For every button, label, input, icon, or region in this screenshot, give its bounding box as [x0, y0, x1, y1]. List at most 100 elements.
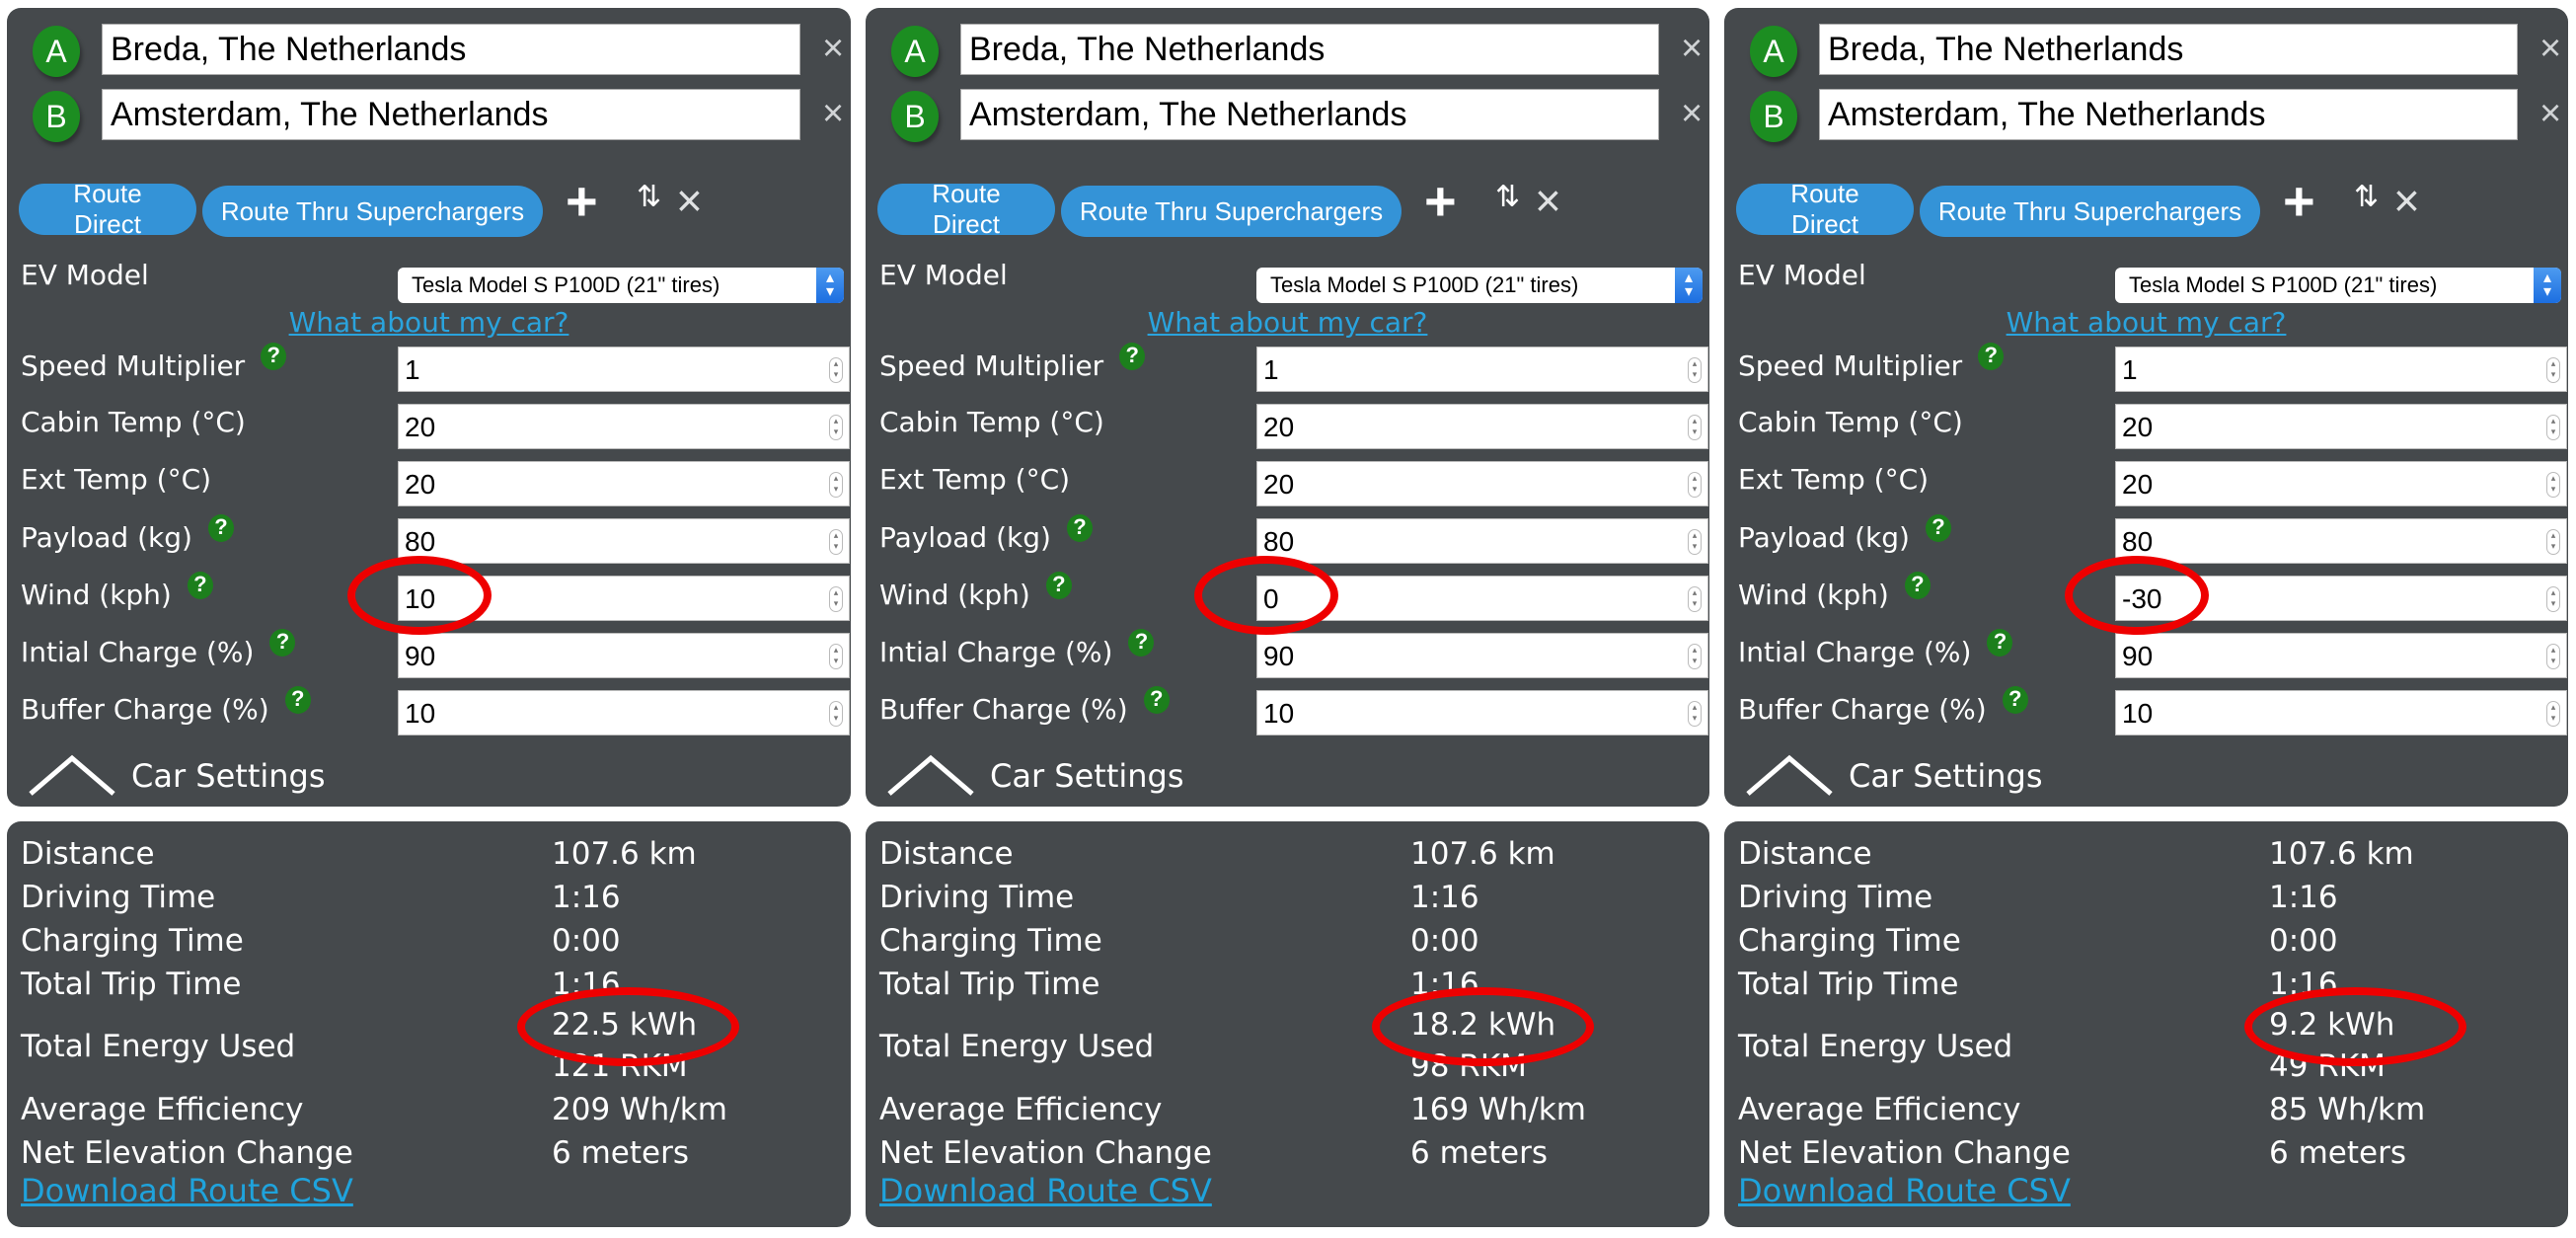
speed-multiplier-input[interactable]: 1 ▴ ▾: [1256, 347, 1708, 392]
add-waypoint-icon[interactable]: +: [2283, 174, 2315, 229]
destination-input[interactable]: [960, 89, 1659, 140]
spinner-icon[interactable]: ▴ ▾: [829, 701, 843, 727]
route-thru-superchargers-button[interactable]: Route Thru Superchargers: [1061, 186, 1402, 237]
help-icon[interactable]: ?: [261, 343, 287, 370]
add-waypoint-icon[interactable]: +: [566, 174, 598, 229]
speed-multiplier-value: 1: [2122, 354, 2138, 385]
spinner-icon[interactable]: ▴ ▾: [829, 415, 843, 440]
spinner-icon[interactable]: ▴ ▾: [1688, 472, 1702, 498]
speed-multiplier-input[interactable]: 1 ▴ ▾: [398, 347, 850, 392]
wind-input[interactable]: -30 ▴ ▾: [2115, 576, 2567, 621]
clear-route-icon[interactable]: ×: [1535, 178, 1561, 223]
download-route-csv-link[interactable]: Download Route CSV: [879, 1171, 1212, 1210]
what-about-my-car-link[interactable]: What about my car?: [866, 306, 1709, 339]
ev-model-select[interactable]: Tesla Model S P100D (21" tires) ▴ ▾: [2115, 268, 2561, 303]
payload-input[interactable]: 80 ▴ ▾: [398, 518, 850, 564]
car-settings-toggle[interactable]: Car Settings: [879, 750, 1195, 800]
car-settings-toggle[interactable]: Car Settings: [1738, 750, 2054, 800]
route-thru-superchargers-button[interactable]: Route Thru Superchargers: [202, 186, 543, 237]
remove-destination-icon[interactable]: ×: [822, 95, 844, 132]
initial-charge-input[interactable]: 90 ▴ ▾: [398, 633, 850, 678]
initial-charge-input[interactable]: 90 ▴ ▾: [1256, 633, 1708, 678]
route-direct-button[interactable]: Route Direct: [877, 179, 1055, 239]
add-waypoint-icon[interactable]: +: [1424, 174, 1457, 229]
help-icon[interactable]: ?: [1045, 572, 1072, 599]
speed-multiplier-input[interactable]: 1 ▴ ▾: [2115, 347, 2567, 392]
wind-input[interactable]: 10 ▴ ▾: [398, 576, 850, 621]
spinner-icon[interactable]: ▴ ▾: [2546, 357, 2560, 383]
spinner-icon[interactable]: ▴ ▾: [1688, 357, 1702, 383]
swap-waypoints-icon[interactable]: ⇅: [637, 180, 661, 215]
ext-temp-input[interactable]: 20 ▴ ▾: [2115, 461, 2567, 506]
spinner-icon[interactable]: ▴ ▾: [2546, 701, 2560, 727]
ev-model-select[interactable]: Tesla Model S P100D (21" tires) ▴ ▾: [398, 268, 844, 303]
download-route-csv-link[interactable]: Download Route CSV: [1738, 1171, 2071, 1210]
spinner-icon[interactable]: ▴ ▾: [829, 644, 843, 669]
spinner-icon[interactable]: ▴ ▾: [2546, 529, 2560, 555]
remove-origin-icon[interactable]: ×: [2539, 30, 2561, 67]
help-icon[interactable]: ?: [1128, 629, 1155, 657]
ext-temp-input[interactable]: 20 ▴ ▾: [1256, 461, 1708, 506]
help-icon[interactable]: ?: [284, 686, 311, 714]
buffer-charge-input[interactable]: 10 ▴ ▾: [2115, 690, 2567, 735]
spinner-icon[interactable]: ▴ ▾: [2546, 472, 2560, 498]
destination-input[interactable]: [1819, 89, 2518, 140]
spinner-icon[interactable]: ▴ ▾: [2546, 644, 2560, 669]
remove-destination-icon[interactable]: ×: [2539, 95, 2561, 132]
help-icon[interactable]: ?: [1143, 686, 1170, 714]
help-icon[interactable]: ?: [1987, 629, 2013, 657]
buffer-charge-input[interactable]: 10 ▴ ▾: [1256, 690, 1708, 735]
what-about-my-car-link[interactable]: What about my car?: [1724, 306, 2568, 339]
spinner-icon[interactable]: ▴ ▾: [2546, 415, 2560, 440]
spinner-icon[interactable]: ▴ ▾: [1688, 529, 1702, 555]
total-energy-rkm-value: 98 RKM: [1410, 1048, 1527, 1084]
swap-waypoints-icon[interactable]: ⇅: [1495, 180, 1520, 215]
cabin-temp-value: 20: [1263, 412, 1295, 442]
buffer-charge-input[interactable]: 10 ▴ ▾: [398, 690, 850, 735]
cabin-temp-input[interactable]: 20 ▴ ▾: [2115, 404, 2567, 449]
destination-input[interactable]: [102, 89, 800, 140]
remove-destination-icon[interactable]: ×: [1681, 95, 1703, 132]
cabin-temp-input[interactable]: 20 ▴ ▾: [398, 404, 850, 449]
route-thru-superchargers-button[interactable]: Route Thru Superchargers: [1920, 186, 2260, 237]
help-icon[interactable]: ?: [207, 514, 234, 542]
swap-waypoints-icon[interactable]: ⇅: [2354, 180, 2379, 215]
download-route-csv-link[interactable]: Download Route CSV: [21, 1171, 353, 1210]
route-direct-button[interactable]: Route Direct: [19, 179, 196, 239]
spinner-icon[interactable]: ▴ ▾: [1688, 415, 1702, 440]
spinner-icon[interactable]: ▴ ▾: [1688, 701, 1702, 727]
ev-model-select[interactable]: Tesla Model S P100D (21" tires) ▴ ▾: [1256, 268, 1703, 303]
ext-temp-input[interactable]: 20 ▴ ▾: [398, 461, 850, 506]
help-icon[interactable]: ?: [269, 629, 296, 657]
origin-input[interactable]: [1819, 24, 2518, 75]
total-trip-time-value: 1:16: [552, 967, 621, 1002]
spinner-icon[interactable]: ▴ ▾: [829, 529, 843, 555]
remove-origin-icon[interactable]: ×: [1681, 30, 1703, 67]
initial-charge-input[interactable]: 90 ▴ ▾: [2115, 633, 2567, 678]
clear-route-icon[interactable]: ×: [2393, 178, 2420, 223]
car-settings-toggle[interactable]: Car Settings: [21, 750, 337, 800]
spinner-icon[interactable]: ▴ ▾: [829, 472, 843, 498]
origin-input[interactable]: [102, 24, 800, 75]
clear-route-icon[interactable]: ×: [676, 178, 703, 223]
help-icon[interactable]: ?: [1066, 514, 1093, 542]
cabin-temp-input[interactable]: 20 ▴ ▾: [1256, 404, 1708, 449]
help-icon[interactable]: ?: [2002, 686, 2028, 714]
wind-input[interactable]: 0 ▴ ▾: [1256, 576, 1708, 621]
payload-input[interactable]: 80 ▴ ▾: [1256, 518, 1708, 564]
spinner-icon[interactable]: ▴ ▾: [829, 357, 843, 383]
help-icon[interactable]: ?: [1978, 343, 2005, 370]
origin-input[interactable]: [960, 24, 1659, 75]
route-direct-button[interactable]: Route Direct: [1736, 179, 1914, 239]
help-icon[interactable]: ?: [1925, 514, 1951, 542]
help-icon[interactable]: ?: [1904, 572, 1931, 599]
spinner-icon[interactable]: ▴ ▾: [1688, 586, 1702, 612]
help-icon[interactable]: ?: [1119, 343, 1146, 370]
spinner-icon[interactable]: ▴ ▾: [2546, 586, 2560, 612]
help-icon[interactable]: ?: [187, 572, 213, 599]
payload-input[interactable]: 80 ▴ ▾: [2115, 518, 2567, 564]
what-about-my-car-link[interactable]: What about my car?: [7, 306, 851, 339]
remove-origin-icon[interactable]: ×: [822, 30, 844, 67]
spinner-icon[interactable]: ▴ ▾: [829, 586, 843, 612]
spinner-icon[interactable]: ▴ ▾: [1688, 644, 1702, 669]
